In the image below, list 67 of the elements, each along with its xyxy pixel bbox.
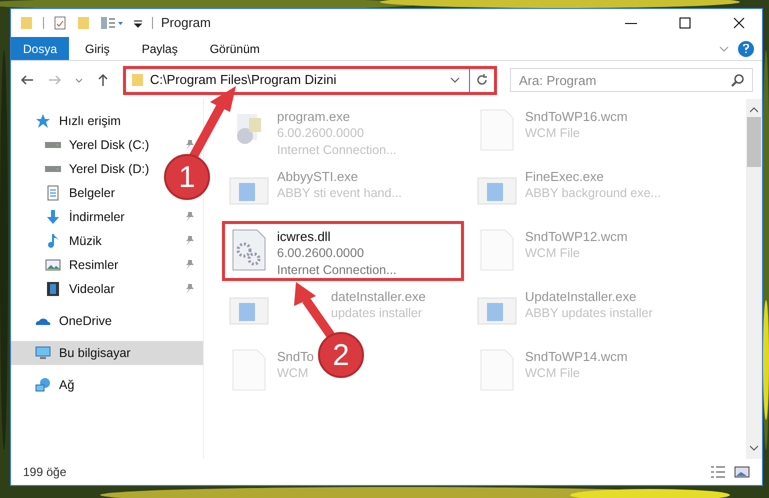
navigation-item[interactable]: Bu bilgisayar [11,341,203,365]
file-detail: Internet Connection... [277,142,397,159]
file-detail: ABBY background exe... [525,185,661,202]
file-detail: WCM File [525,245,581,262]
maximize-icon [679,17,691,29]
ribbon-tab[interactable]: Paylaş [126,37,194,60]
scroll-up-icon[interactable] [750,107,758,113]
file-detail: Internet Connection... [277,262,397,279]
large-icons-view-icon[interactable] [734,464,750,480]
search-icon [731,73,745,87]
file-name: UpdateInstaller.exe [525,288,638,305]
download-arrow-icon [45,209,61,225]
file-detail: WCM [277,365,310,382]
address-path: C:\Program Files\Program Dizini [150,71,338,90]
properties-checklist-icon[interactable] [52,15,68,31]
address-bar[interactable]: C:\Program Files\Program Dizini [123,66,497,94]
ribbon-tab[interactable]: Giriş [69,37,126,60]
navigation-item[interactable]: OneDrive [11,309,120,333]
close-icon [733,17,745,29]
scroll-thumb[interactable] [747,117,761,167]
navigation-item[interactable]: İndirmeler [11,205,133,229]
file-detail: 6.00.2600.0000 [277,245,365,262]
document-icon [45,185,61,201]
question-mark-icon [742,44,750,54]
minimize-icon [625,22,637,24]
ribbon-tab[interactable]: Dosya [11,37,70,60]
navigation-item[interactable]: Belgeler [11,181,123,205]
item-count: 199 öğe [23,464,66,481]
ribbon-tab[interactable]: Görünüm [194,37,276,60]
file-name: AbbyySTI.exe [277,168,359,185]
star-icon [35,113,51,129]
scrollbar[interactable] [746,99,762,459]
file-name: SndTo [277,348,314,365]
file-detail: updates installer [331,305,424,322]
navigation-item[interactable]: Müzik [11,229,110,253]
file-name: SndToWP14.wcm [525,348,628,365]
window-title: Program [161,14,211,32]
navigation-item[interactable]: Yerel Disk (C:) [11,133,158,157]
folder-icon [130,72,146,88]
scroll-down-icon[interactable] [750,445,758,451]
file-name: icwres.dll [277,228,332,245]
file-name: SndToWP16.wcm [525,108,628,125]
file-name: FineExec.exe [525,168,605,185]
file-detail: WCM File [525,125,581,142]
details-view-icon[interactable] [710,464,726,480]
file-name: program.exe [277,108,351,125]
film-icon [45,281,61,297]
file-name: SndToWP12.wcm [525,228,628,245]
view-options-icon[interactable] [100,15,124,31]
search-field[interactable]: Ara: Program [510,68,753,92]
file-detail: ABBY sti event hand... [277,185,402,202]
drive-icon [45,142,61,148]
network-globe-icon [35,377,51,393]
file-item[interactable]: icwres.dll 6.00.2600.0000 Internet Connection... [222,221,464,281]
picture-icon [45,257,61,273]
navigation-item[interactable]: Yerel Disk (D:) [11,157,158,181]
help-button[interactable] [738,40,754,56]
navigation-item[interactable]: Videolar [11,277,123,301]
navigation-item[interactable]: Ağ [11,373,82,397]
file-detail: ABBY updates installer [525,305,653,322]
drive-icon [45,166,61,172]
file-detail: 6.00.2600.0000 [277,125,365,142]
monitor-icon [35,345,51,361]
navigation-item[interactable]: Hızlı erişim [11,109,129,133]
file-detail: WCM File [525,365,581,382]
navigation-item[interactable]: Resimler [11,253,126,277]
file-name: dateInstaller.exe [331,288,426,305]
